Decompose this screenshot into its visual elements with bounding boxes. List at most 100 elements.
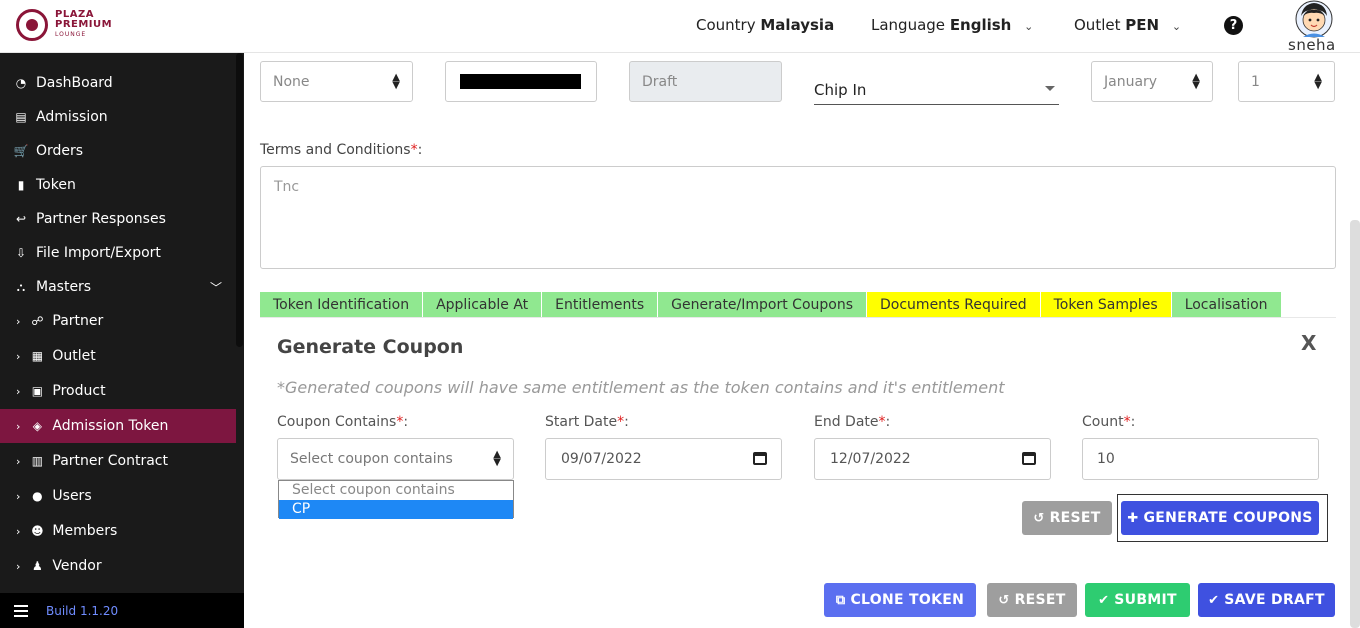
sidebar-item-orders[interactable]: 🛒 Orders (0, 134, 236, 168)
tnc-textarea[interactable]: Tnc (260, 166, 1336, 269)
generate-coupons-button[interactable]: ✚ GENERATE COUPONS (1121, 501, 1319, 535)
help-icon[interactable]: ? (1224, 16, 1243, 35)
outlet-label: Outlet (1074, 16, 1121, 34)
reset-coupon-button[interactable]: ↺ RESET (1022, 501, 1112, 535)
sidebar-item-partner-contract[interactable]: › ▥ Partner Contract (0, 444, 236, 478)
sidebar-item-partner[interactable]: › ☍ Partner (0, 304, 236, 338)
logo-line-3: LOUNGE (55, 31, 87, 38)
chevron-down-icon: ﹀ (209, 280, 222, 295)
sidebar-item-label: Partner Contract (52, 453, 168, 469)
brand-logo[interactable]: PLAZA PREMIUM LOUNGE (16, 9, 112, 41)
status-value: Draft (642, 73, 678, 90)
check-icon: ✔ (1208, 592, 1220, 608)
male-icon: ♟ (32, 559, 43, 573)
sidebar-item-admission[interactable]: ▤ Admission (0, 100, 236, 134)
save-draft-button[interactable]: ✔ SAVE DRAFT (1198, 583, 1335, 617)
sidebar-item-label: Admission (36, 109, 108, 125)
month-select[interactable]: January ▲ ▼ (1091, 61, 1213, 102)
calendar-icon[interactable] (753, 452, 767, 465)
day-select[interactable]: 1 ▲ ▼ (1238, 61, 1335, 102)
close-icon[interactable]: X (1301, 331, 1316, 355)
build-version: Build 1.1.20 (46, 603, 119, 618)
language-label: Language (871, 16, 946, 34)
sidebar-item-label: DashBoard (36, 75, 113, 91)
caret-down-icon (1045, 86, 1055, 91)
sort-icon: ▲ ▼ (1192, 71, 1200, 91)
sidebar-item-dashboard[interactable]: ◔ DashBoard (0, 66, 236, 100)
main-scrollbar[interactable] (1350, 220, 1360, 628)
coupon-contains-dropdown: Select coupon contains CP (278, 480, 514, 519)
token-tabs: Token Identification Applicable At Entit… (260, 292, 1282, 317)
sort-icon: ▲ ▼ (493, 449, 501, 468)
dashboard-icon: ◔ (15, 76, 27, 90)
language-selector[interactable]: Language English ⌄ (871, 16, 1033, 34)
start-date-input[interactable]: 09/07/2022 (545, 438, 782, 480)
tab-generate-import-coupons[interactable]: Generate/Import Coupons (658, 292, 868, 317)
redacted-value (460, 74, 581, 89)
logo-mark-icon (16, 9, 48, 41)
tab-localisation[interactable]: Localisation (1171, 292, 1282, 317)
sidebar-scrollbar[interactable] (236, 53, 244, 347)
sidebar-item-outlet[interactable]: › ▦ Outlet (0, 339, 236, 373)
end-date-input[interactable]: 12/07/2022 (814, 438, 1051, 480)
sidebar-item-product[interactable]: › ▣ Product (0, 374, 236, 408)
sidebar-item-members[interactable]: › ☻ Members (0, 514, 236, 548)
country-selector[interactable]: Country Malaysia (696, 16, 834, 34)
tab-token-identification[interactable]: Token Identification (260, 292, 424, 317)
month-value: January (1104, 73, 1158, 90)
tab-applicable-at[interactable]: Applicable At (423, 292, 543, 317)
sidebar-item-partner-responses[interactable]: ↩ Partner Responses (0, 202, 236, 236)
undo-icon: ↺ (998, 592, 1010, 608)
sidebar-item-label: Admission Token (52, 418, 169, 434)
briefcase-icon: ▥ (31, 454, 44, 468)
avatar[interactable] (1293, 0, 1335, 38)
ticket-icon: ◈ (32, 419, 43, 433)
sidebar-item-vendor[interactable]: › ♟ Vendor (0, 549, 236, 583)
reset-button[interactable]: ↺ RESET (987, 583, 1077, 617)
tab-entitlements[interactable]: Entitlements (542, 292, 659, 317)
sidebar-item-masters[interactable]: ⛬ Masters ﹀ (0, 270, 236, 304)
none-select[interactable]: None ▲ ▼ (260, 61, 413, 102)
chevron-right-icon: › (16, 419, 21, 433)
sidebar-item-label: File Import/Export (36, 245, 161, 261)
sidebar-item-label: Orders (36, 143, 84, 159)
country-value: Malaysia (760, 16, 835, 34)
count-value: 10 (1097, 451, 1115, 467)
sort-icon: ▲ ▼ (1314, 71, 1322, 91)
tab-token-samples[interactable]: Token Samples (1040, 292, 1172, 317)
sidebar-item-label: Outlet (52, 348, 96, 364)
user-name[interactable]: sneha (1288, 36, 1336, 54)
sidebar-item-label: Users (52, 488, 92, 504)
sidebar-item-label: Partner Responses (36, 211, 166, 227)
gift-icon: ▣ (31, 384, 44, 398)
chip-in-select[interactable]: Chip In (814, 78, 1059, 105)
sidebar-item-admission-token[interactable]: › ◈ Admission Token (0, 409, 236, 443)
sidebar-item-label: Vendor (52, 558, 102, 574)
tab-documents-required[interactable]: Documents Required (867, 292, 1041, 317)
users-icon: ☻ (31, 524, 44, 538)
top-header: PLAZA PREMIUM LOUNGE Country Malaysia La… (0, 0, 1360, 54)
sidebar-item-label: Members (52, 523, 118, 539)
none-select-value: None (273, 73, 310, 90)
sidebar-item-users[interactable]: › ● Users (0, 479, 236, 513)
clone-token-button[interactable]: ⧉ CLONE TOKEN (824, 583, 976, 617)
start-date-label: Start Date*: (545, 414, 629, 430)
country-label: Country (696, 16, 756, 34)
chip-in-value: Chip In (814, 81, 867, 99)
sidebar-item-file-import-export[interactable]: ⇩ File Import/Export (0, 236, 236, 270)
chevron-right-icon: › (16, 489, 21, 503)
chevron-down-icon: ⌄ (1171, 20, 1182, 33)
calendar-icon[interactable] (1022, 452, 1036, 465)
dropdown-option-selected[interactable]: CP (279, 500, 513, 519)
sidebar-item-token[interactable]: ▮ Token (0, 168, 236, 202)
hamburger-menu-icon[interactable] (14, 602, 28, 620)
outlet-selector[interactable]: Outlet PEN ⌄ (1074, 16, 1181, 34)
chevron-right-icon: › (16, 524, 21, 538)
file-icon: ▮ (17, 178, 25, 192)
coupon-contains-select[interactable]: Select coupon contains ▲ ▼ (277, 438, 514, 480)
count-input[interactable]: 10 (1082, 438, 1319, 480)
sidebar-item-label: Token (36, 177, 76, 193)
dropdown-option[interactable]: Select coupon contains (279, 481, 513, 500)
submit-button[interactable]: ✔ SUBMIT (1085, 583, 1190, 617)
building-icon: ▦ (31, 349, 44, 363)
